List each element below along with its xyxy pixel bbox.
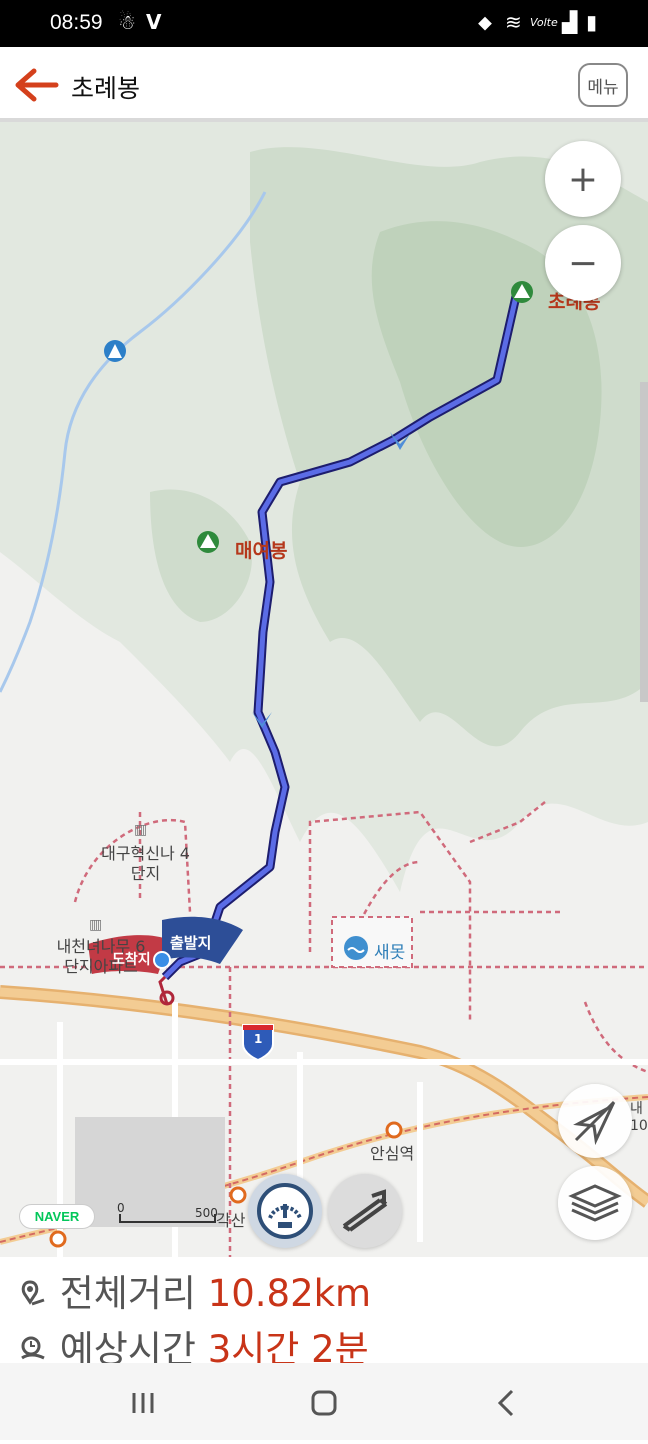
scale-zero: 0 <box>117 1201 125 1215</box>
clock: 08:59 <box>50 11 103 34</box>
distance-label: 전체거리 <box>59 1272 196 1315</box>
page-title: 초례봉 <box>71 74 141 103</box>
end-flag-label: 도착지 <box>112 952 151 968</box>
apartment-icon: ▥ <box>89 917 103 933</box>
highway-number: 1 <box>254 1032 263 1046</box>
layers-button[interactable] <box>558 1166 632 1240</box>
wifi-icon: ≋ <box>505 10 522 34</box>
map-view[interactable]: 초례봉 매여봉 대구혁신나 4단지 내천녀나무 6단지아파트 새못 안심역 각산… <box>0 122 648 1257</box>
apartment-icon: ▥ <box>134 822 148 838</box>
current-location-marker <box>153 951 171 969</box>
station-icon[interactable] <box>385 1121 403 1139</box>
place-label: 안심역 <box>370 1144 415 1163</box>
location-icon: ⬥ <box>478 10 492 34</box>
start-flag-label: 출발지 <box>170 934 212 952</box>
compass-off-icon <box>573 1100 616 1146</box>
location-pin-icon <box>21 1280 45 1306</box>
layers-icon <box>568 1184 622 1222</box>
signal-icon: ▟ <box>562 10 578 34</box>
home-icon[interactable] <box>311 1390 337 1416</box>
speedometer-icon <box>257 1183 313 1239</box>
lake-icon[interactable] <box>344 936 368 960</box>
vpn-icon: V <box>146 10 162 34</box>
distance-row: 전체거리 10.82km <box>18 1263 371 1317</box>
back-nav-icon[interactable] <box>497 1389 514 1417</box>
peak-label: 매여봉 <box>235 540 288 562</box>
battery-icon: ▮ <box>586 10 598 34</box>
zoom-out-button[interactable]: − <box>545 225 621 301</box>
station-icon[interactable] <box>229 1186 247 1204</box>
compass-toggle-button[interactable] <box>558 1084 632 1158</box>
naver-logo: NAVER <box>19 1204 95 1229</box>
recent-apps-icon[interactable] <box>132 1393 154 1413</box>
status-bar: 08:59 ☃ V ⬥ ≋ Volte ▟ ▮ <box>0 0 648 47</box>
place-label: 새못 <box>374 943 406 963</box>
volte-label: Volte <box>530 16 558 29</box>
route-summary: 전체거리 10.82km 예상시간 3시간 2분 <box>0 1257 648 1371</box>
clock-icon <box>21 1336 45 1360</box>
station-icon[interactable] <box>49 1230 67 1248</box>
system-nav-bar <box>0 1363 648 1440</box>
back-button[interactable] <box>12 65 60 105</box>
place-label: 각산 <box>216 1211 246 1230</box>
place-label: 내 10 <box>630 1101 648 1134</box>
zoom-in-button[interactable]: + <box>545 141 621 217</box>
nav-icons <box>132 1389 514 1417</box>
app-header: 초례봉 메뉴 <box>0 47 648 122</box>
speed-gauge-button[interactable] <box>248 1174 322 1248</box>
distance-value: 10.82km <box>207 1272 372 1315</box>
scale-distance: 500 <box>195 1206 218 1220</box>
place-label: 대구혁신나 4단지 <box>101 844 190 883</box>
elevation-icon <box>342 1189 388 1232</box>
elevation-button[interactable] <box>328 1174 402 1248</box>
notification-icon: ☃ <box>118 10 136 34</box>
menu-button[interactable]: 메뉴 <box>578 63 628 107</box>
back-arrow-icon <box>15 68 59 102</box>
